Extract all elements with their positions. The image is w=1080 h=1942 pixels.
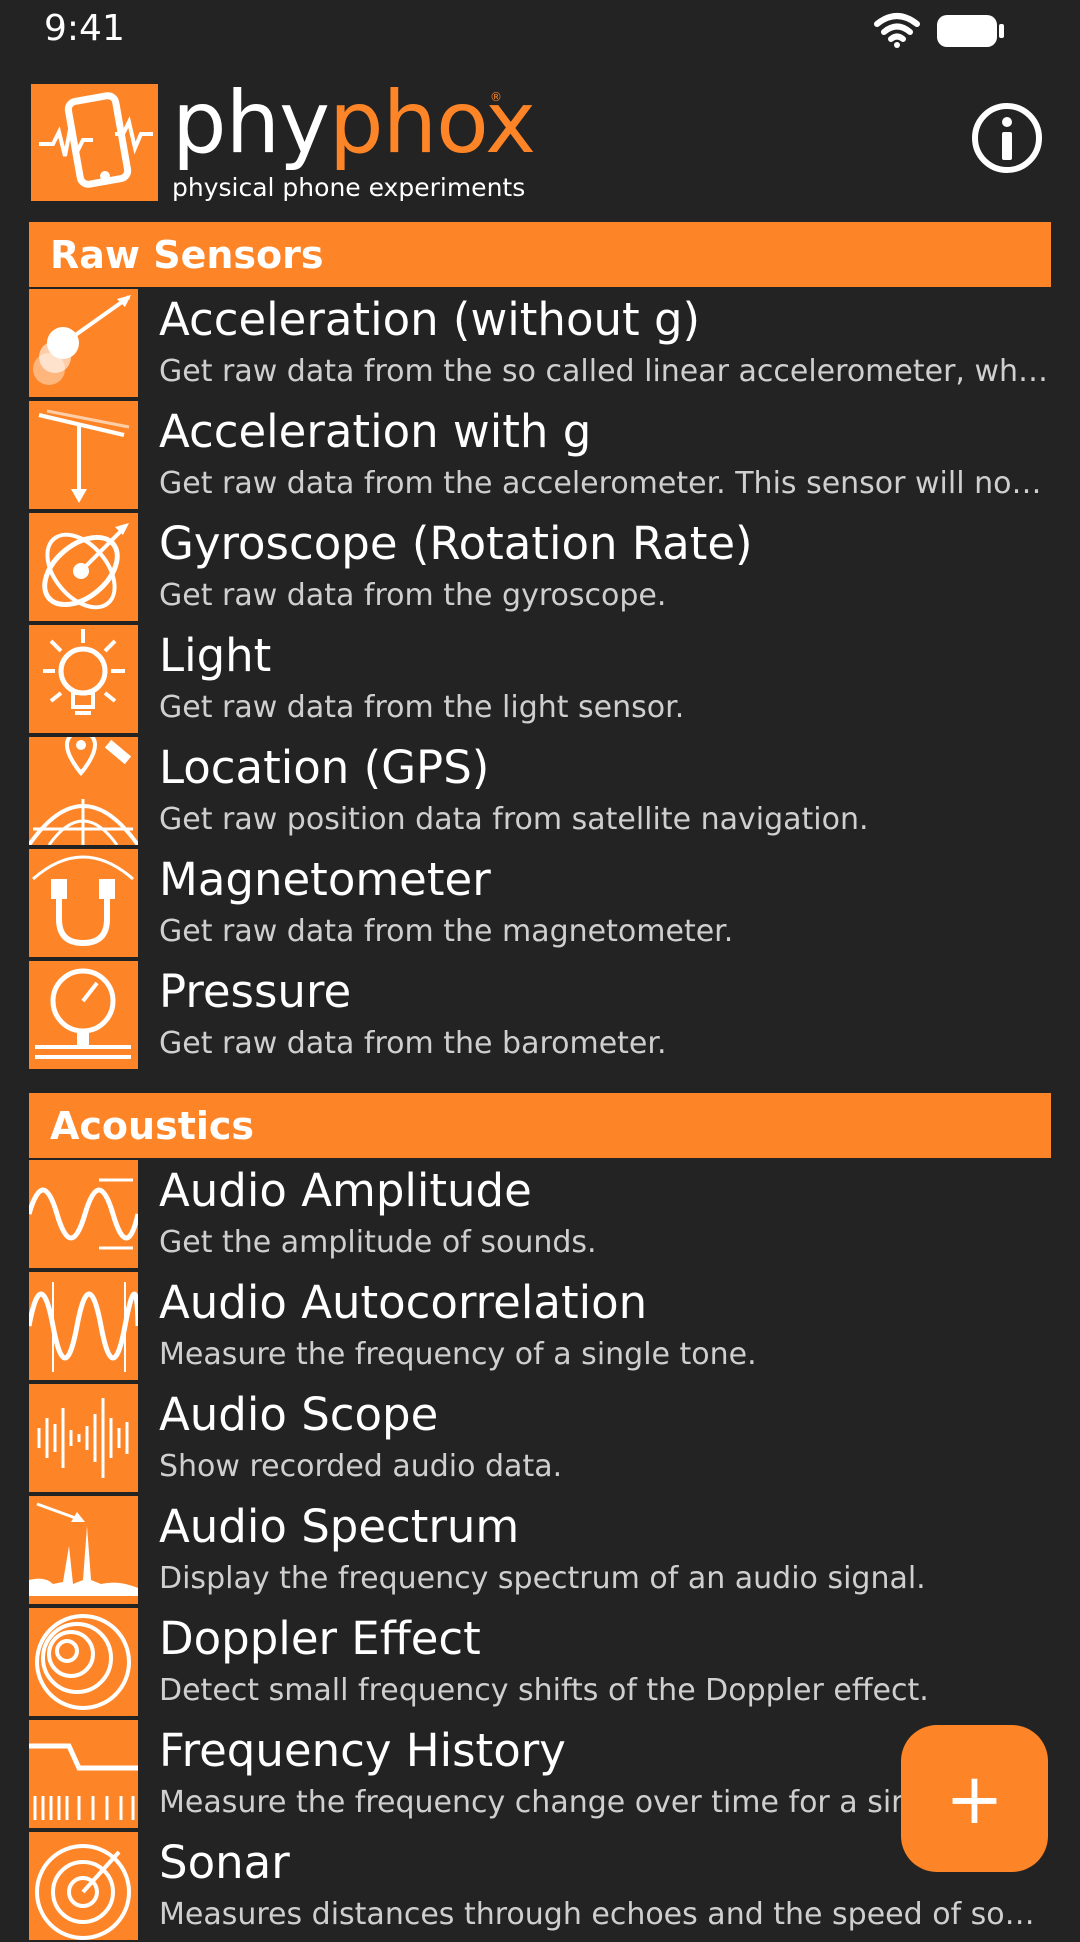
item-title: Audio Scope xyxy=(159,1388,439,1441)
item-title: Light xyxy=(159,629,272,682)
wifi-icon xyxy=(874,12,920,48)
gyroscope-icon xyxy=(29,513,138,621)
list-item-acceleration-with-g[interactable]: Acceleration with g Get raw data from th… xyxy=(0,399,1080,511)
item-description: Display the frequency spectrum of an aud… xyxy=(159,1562,926,1596)
info-button[interactable] xyxy=(970,101,1044,175)
item-title: Audio Amplitude xyxy=(159,1164,532,1217)
item-description: Get raw data from the gyroscope. xyxy=(159,579,667,613)
audio-spectrum-icon xyxy=(29,1496,138,1604)
item-title: Audio Spectrum xyxy=(159,1500,520,1553)
item-title: Frequency History xyxy=(159,1724,566,1777)
list-item-audio-amplitude[interactable]: Audio Amplitude Get the amplitude of sou… xyxy=(0,1158,1080,1270)
list-item-location[interactable]: Location (GPS) Get raw position data fro… xyxy=(0,735,1080,847)
item-title: Audio Autocorrelation xyxy=(159,1276,648,1329)
item-title: Sonar xyxy=(159,1836,290,1889)
logo-wordmark: phyphox xyxy=(172,80,536,166)
app-header: phyphox ® physical phone experiments xyxy=(0,60,1080,220)
item-description: Measures distances through echoes and th… xyxy=(159,1898,1049,1932)
item-description: Get raw data from the light sensor. xyxy=(159,691,685,725)
logo-text-phy: phy xyxy=(172,73,330,173)
item-title: Acceleration (without g) xyxy=(159,293,701,346)
list-item-magnetometer[interactable]: Magnetometer Get raw data from the magne… xyxy=(0,847,1080,959)
item-title: Location (GPS) xyxy=(159,741,490,794)
item-description: Detect small frequency shifts of the Dop… xyxy=(159,1674,929,1708)
list-item-audio-autocorrelation[interactable]: Audio Autocorrelation Measure the freque… xyxy=(0,1270,1080,1382)
light-bulb-icon xyxy=(29,625,138,733)
logo-text-phox: phox xyxy=(329,73,536,173)
item-description: Get raw data from the accelerometer. Thi… xyxy=(159,467,1049,501)
add-experiment-button[interactable]: + xyxy=(901,1725,1048,1872)
experiment-list: Raw Sensors Acceleration (without g) Get… xyxy=(0,222,1080,1942)
list-item-doppler-effect[interactable]: Doppler Effect Detect small frequency sh… xyxy=(0,1606,1080,1718)
item-description: Get raw data from the magnetometer. xyxy=(159,915,734,949)
list-item-audio-spectrum[interactable]: Audio Spectrum Display the frequency spe… xyxy=(0,1494,1080,1606)
acceleration-icon xyxy=(29,289,138,397)
sonar-icon xyxy=(29,1832,138,1940)
status-bar: 9:41 xyxy=(0,0,1080,60)
item-title: Pressure xyxy=(159,965,352,1018)
status-time: 9:41 xyxy=(44,8,125,49)
item-description: Get raw data from the barometer. xyxy=(159,1027,667,1061)
info-icon xyxy=(972,103,1042,173)
item-description: Get raw position data from satellite nav… xyxy=(159,803,869,837)
doppler-icon xyxy=(29,1608,138,1716)
pressure-gauge-icon xyxy=(29,961,138,1069)
battery-icon xyxy=(936,14,1006,48)
list-item-pressure[interactable]: Pressure Get raw data from the barometer… xyxy=(0,959,1080,1071)
item-title: Doppler Effect xyxy=(159,1612,481,1665)
magnet-icon xyxy=(29,849,138,957)
list-item-audio-scope[interactable]: Audio Scope Show recorded audio data. xyxy=(0,1382,1080,1494)
section-header-raw-sensors: Raw Sensors xyxy=(29,222,1051,287)
item-description: Show recorded audio data. xyxy=(159,1450,563,1484)
section-header-acoustics: Acoustics xyxy=(29,1093,1051,1158)
list-item-light[interactable]: Light Get raw data from the light sensor… xyxy=(0,623,1080,735)
plus-icon: + xyxy=(945,1757,1004,1840)
registered-mark: ® xyxy=(490,90,502,104)
audio-amplitude-icon xyxy=(29,1160,138,1268)
list-item-acceleration-without-g[interactable]: Acceleration (without g) Get raw data fr… xyxy=(0,287,1080,399)
audio-autocorrelation-icon xyxy=(29,1272,138,1380)
audio-scope-icon xyxy=(29,1384,138,1492)
item-description: Get raw data from the so called linear a… xyxy=(159,355,1049,389)
phyphox-logo-icon xyxy=(31,84,158,201)
item-title: Acceleration with g xyxy=(159,405,592,458)
item-title: Magnetometer xyxy=(159,853,491,906)
item-title: Gyroscope (Rotation Rate) xyxy=(159,517,753,570)
acceleration-g-icon xyxy=(29,401,138,509)
item-description: Measure the frequency of a single tone. xyxy=(159,1338,757,1372)
logo-tagline: physical phone experiments xyxy=(172,173,526,202)
location-icon xyxy=(29,737,138,845)
list-item-gyroscope[interactable]: Gyroscope (Rotation Rate) Get raw data f… xyxy=(0,511,1080,623)
frequency-history-icon xyxy=(29,1720,138,1828)
item-description: Get the amplitude of sounds. xyxy=(159,1226,597,1260)
